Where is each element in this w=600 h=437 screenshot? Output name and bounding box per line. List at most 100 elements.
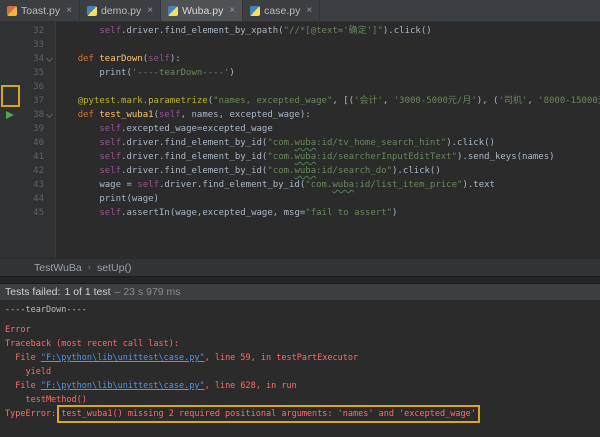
tab-Toast-py[interactable]: Toast.py × xyxy=(0,0,80,21)
fold-cell xyxy=(44,206,56,220)
tab-label: Toast.py xyxy=(21,4,61,17)
code-line: 37 @pytest.mark.parametrize("names, exce… xyxy=(0,94,600,108)
fold-cell xyxy=(44,108,56,122)
fold-cell xyxy=(44,122,56,136)
line-number: 41 xyxy=(33,152,44,162)
tab-close-icon[interactable]: × xyxy=(229,5,235,16)
code-line: 45 self.assertIn(wage,excepted_wage, msg… xyxy=(0,206,600,220)
console-line: TypeError: test_wuba1() missing 2 requir… xyxy=(5,405,480,423)
gutter-icon-cell xyxy=(0,24,20,38)
gutter-icon-cell xyxy=(0,108,20,122)
fold-cell xyxy=(44,178,56,192)
fold-cell xyxy=(44,150,56,164)
gutter-icon-cell xyxy=(0,52,20,66)
test-console[interactable]: ----tearDown---- Error Traceback (most rec… xyxy=(0,300,600,437)
panel-splitter[interactable] xyxy=(0,276,600,284)
code-line: 40 self.driver.find_element_by_id("com.w… xyxy=(0,136,600,150)
gutter-icon-cell xyxy=(0,38,20,52)
chevron-right-icon: › xyxy=(87,262,92,273)
console-line: testMethod() xyxy=(5,395,87,405)
line-number: 40 xyxy=(33,138,44,148)
tab-label: demo.py xyxy=(100,4,142,17)
gutter-icon-cell xyxy=(0,136,20,150)
code-line: 35 print('----tearDown----') xyxy=(0,66,600,80)
code-text: @pytest.mark.parametrize("names, excepte… xyxy=(77,96,600,106)
fold-cell xyxy=(44,24,56,38)
tab-close-icon[interactable]: × xyxy=(147,5,153,16)
python-file-icon xyxy=(250,5,261,16)
fold-cell xyxy=(44,94,56,108)
console-line: Error xyxy=(5,325,31,335)
breadcrumb: TestWuBa › setUp() xyxy=(0,258,600,276)
console-line: ----tearDown---- xyxy=(5,305,87,315)
line-number: 44 xyxy=(33,194,44,204)
line-number: 39 xyxy=(33,124,44,134)
code-text: self.driver.find_element_by_id("com.wuba… xyxy=(99,152,555,162)
tab-close-icon[interactable]: × xyxy=(306,5,312,16)
code-line: 38 def test_wuba1(self, names, excepted_… xyxy=(0,108,600,122)
fold-cell xyxy=(44,66,56,80)
python-file-icon xyxy=(168,5,179,16)
code-line: 32 self.driver.find_element_by_xpath("//… xyxy=(0,24,600,38)
code-text: print('----tearDown----') xyxy=(56,68,235,78)
code-line: 42 self.driver.find_element_by_id("com.w… xyxy=(0,164,600,178)
tab-demo-py[interactable]: demo.py × xyxy=(80,0,162,21)
line-number: 37 xyxy=(33,96,44,106)
line-number: 34 xyxy=(33,54,44,64)
tab-label: Wuba.py xyxy=(182,4,224,17)
gutter-icon-cell xyxy=(0,66,20,80)
code-line: 41 self.driver.find_element_by_id("com.w… xyxy=(0,150,600,164)
code-text: def tearDown(self): xyxy=(77,54,181,64)
fold-cell xyxy=(44,38,56,52)
breadcrumb-class[interactable]: TestWuBa xyxy=(34,262,82,274)
gutter-icon-cell xyxy=(0,150,20,164)
gutter-icon-cell xyxy=(0,206,20,220)
tab-Wuba-py[interactable]: Wuba.py × xyxy=(161,0,244,21)
code-line: 43 wage = self.driver.find_element_by_id… xyxy=(0,178,600,192)
console-line: Traceback (most recent call last): xyxy=(5,339,179,349)
code-line: 36 xyxy=(0,80,600,94)
console-line: yield xyxy=(5,367,52,377)
annotation-highlight-error: test_wuba1() missing 2 required position… xyxy=(57,405,480,423)
code-text: print(wage) xyxy=(56,194,159,204)
test-count: 1 of 1 test xyxy=(64,286,111,298)
line-number: 32 xyxy=(33,26,44,36)
test-status-text: Tests failed: xyxy=(5,286,61,298)
console-file-link[interactable]: "F:\python\lib\unittest\case.py" xyxy=(41,353,205,363)
fold-expanded-icon[interactable] xyxy=(45,110,54,119)
code-text: wage = self.driver.find_element_by_id("c… xyxy=(56,180,495,190)
fold-cell xyxy=(44,164,56,178)
line-number: 35 xyxy=(33,68,44,78)
code-text: self.assertIn(wage,excepted_wage, msg="f… xyxy=(99,208,398,218)
tab-case-py[interactable]: case.py × xyxy=(243,0,321,21)
run-test-icon[interactable] xyxy=(6,111,14,119)
tab-label: case.py xyxy=(264,4,301,17)
line-number: 42 xyxy=(33,166,44,176)
code-text: self.driver.find_element_by_xpath("//*[@… xyxy=(99,26,432,36)
console-file-link[interactable]: "F:\python\lib\unittest\case.py" xyxy=(41,381,205,391)
pycharm-window: Toast.py × demo.py × Wuba.py × case.py × 32 sel… xyxy=(0,0,600,437)
code-line: 33 xyxy=(0,38,600,52)
console-line: File "F:\python\lib\unittest\case.py", l… xyxy=(5,353,359,363)
gutter-icon-cell xyxy=(0,122,20,136)
code-editor[interactable]: 32 self.driver.find_element_by_xpath("//… xyxy=(0,22,600,258)
fold-expanded-icon[interactable] xyxy=(45,54,54,63)
gutter-icon-cell xyxy=(0,192,20,206)
console-line: File "F:\python\lib\unittest\case.py", l… xyxy=(5,381,297,391)
fold-cell xyxy=(44,136,56,150)
code-text: self.driver.find_element_by_id("com.wuba… xyxy=(99,138,495,148)
line-number: 33 xyxy=(33,40,44,50)
code-line: 44 print(wage) xyxy=(0,192,600,206)
tab-close-icon[interactable]: × xyxy=(66,5,72,16)
python-file-icon xyxy=(86,5,97,16)
fold-cell xyxy=(44,192,56,206)
code-line: 34 def tearDown(self): xyxy=(0,52,600,66)
gutter-icon-cell xyxy=(0,178,20,192)
code-text: def test_wuba1(self, names, excepted_wag… xyxy=(77,110,311,120)
editor-lines: 32 self.driver.find_element_by_xpath("//… xyxy=(0,24,600,220)
breadcrumb-method[interactable]: setUp() xyxy=(97,262,131,274)
test-status-bar: Tests failed: 1 of 1 test – 23 s 979 ms xyxy=(0,284,600,300)
code-line: 39 self.excepted_wage=excepted_wage xyxy=(0,122,600,136)
line-number: 45 xyxy=(33,208,44,218)
line-number: 38 xyxy=(33,110,44,120)
